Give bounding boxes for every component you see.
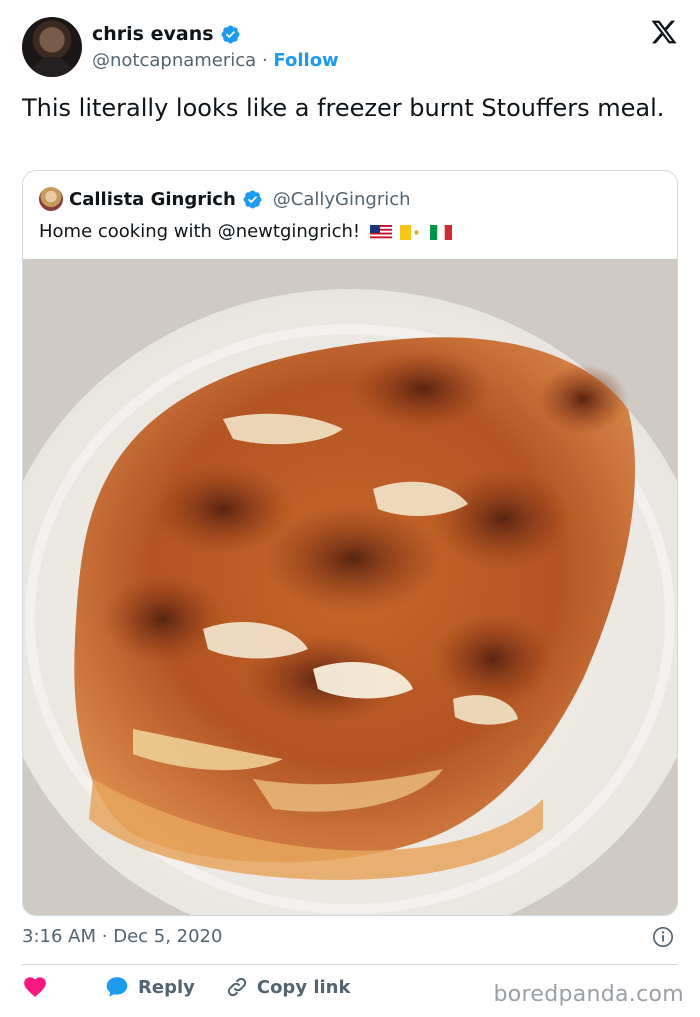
- tweet-time[interactable]: 3:16 AM: [22, 926, 96, 947]
- tweet-date[interactable]: Dec 5, 2020: [113, 926, 222, 947]
- timestamp[interactable]: 3:16 AM · Dec 5, 2020: [22, 924, 222, 950]
- tweet-text: This literally looks like a freezer burn…: [22, 94, 665, 122]
- link-icon: [227, 977, 247, 997]
- italy-flag-icon: [430, 224, 453, 240]
- flag-emojis: [370, 224, 453, 240]
- quote-avatar: [39, 187, 63, 211]
- follow-button[interactable]: Follow: [273, 50, 338, 71]
- heart-icon: [24, 977, 46, 997]
- quoted-tweet[interactable]: Callista Gingrich @CallyGingrich Home co…: [22, 170, 678, 916]
- verified-badge-icon: [243, 190, 262, 208]
- divider: [22, 964, 678, 965]
- like-button[interactable]: [22, 974, 48, 1000]
- tweet-actions: Reply Copy link: [22, 974, 350, 1000]
- x-logo-icon[interactable]: [650, 18, 678, 46]
- quote-header: Callista Gingrich @CallyGingrich: [39, 187, 411, 211]
- quote-text: Home cooking with @newtgingrich!: [39, 221, 361, 242]
- tweet-card: chris evans @notcapnamerica · Follow Thi…: [0, 0, 700, 1017]
- author-name-row: chris evans: [92, 22, 339, 46]
- us-flag-icon: [370, 224, 393, 240]
- author-handle-row: @notcapnamerica · Follow: [92, 48, 339, 74]
- quote-text-row: Home cooking with @newtgingrich!: [39, 219, 453, 245]
- reply-bubble-icon: [106, 977, 128, 997]
- reply-label: Reply: [138, 976, 195, 998]
- meta-separator: ·: [101, 926, 108, 947]
- author-block: chris evans @notcapnamerica · Follow: [92, 22, 339, 74]
- reply-button[interactable]: Reply: [104, 974, 195, 1000]
- vatican-flag-icon: [400, 224, 423, 240]
- quote-author-name: Callista Gingrich: [69, 188, 236, 210]
- quote-author-handle: @CallyGingrich: [272, 188, 411, 210]
- info-icon[interactable]: [652, 926, 674, 948]
- lasagna-photo[interactable]: [23, 259, 677, 915]
- copy-link-label: Copy link: [256, 976, 351, 998]
- author-avatar[interactable]: [22, 17, 82, 77]
- author-name[interactable]: chris evans: [92, 22, 214, 46]
- watermark: boredpanda.com: [493, 982, 684, 1007]
- copy-link-button[interactable]: Copy link: [225, 975, 351, 999]
- handle-separator: ·: [261, 50, 268, 71]
- author-handle[interactable]: @notcapnamerica: [92, 50, 256, 71]
- verified-badge-icon: [221, 25, 239, 43]
